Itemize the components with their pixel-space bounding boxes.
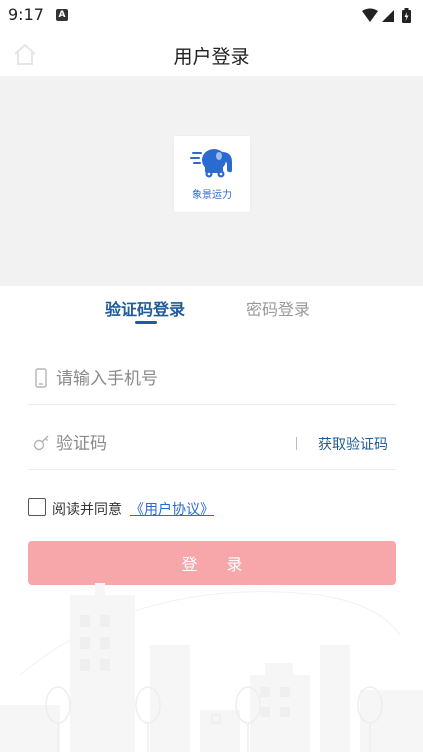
battery-icon: [402, 8, 411, 23]
code-divider: [296, 437, 297, 450]
tab-sms-login[interactable]: 验证码登录: [105, 296, 185, 320]
code-field: 获取验证码: [28, 418, 396, 470]
logo-caption: 象景运力: [192, 190, 232, 201]
status-bar: 9:17 A: [0, 0, 423, 32]
elephant-truck-logo-icon: [190, 149, 232, 178]
get-code-button[interactable]: 获取验证码: [318, 434, 388, 454]
phone-icon: [35, 368, 47, 388]
nav-bar: 用户登录: [0, 32, 423, 76]
agreement-text: 阅读并同意: [52, 502, 122, 518]
hero-banner: 象景运力: [0, 76, 423, 286]
login-tabs: 验证码登录 密码登录: [0, 290, 423, 330]
user-agreement-link[interactable]: 《用户协议》: [130, 499, 214, 519]
code-input[interactable]: [56, 431, 306, 457]
phone-input[interactable]: [56, 366, 306, 392]
tab-password-login[interactable]: 密码登录: [246, 296, 310, 320]
notification-badge: A: [56, 9, 68, 21]
city-skyline-illustration: [0, 583, 423, 752]
wifi-icon: [362, 8, 378, 22]
agreement-checkbox[interactable]: [28, 498, 46, 516]
phone-field: [28, 353, 396, 405]
status-time: 9:17: [8, 5, 44, 24]
app-logo: 象景运力: [174, 136, 250, 212]
signal-icon: [382, 10, 394, 22]
key-icon: [33, 435, 49, 451]
page-title: 用户登录: [173, 46, 250, 68]
status-icons: [362, 8, 411, 23]
active-tab-indicator: [135, 321, 157, 324]
